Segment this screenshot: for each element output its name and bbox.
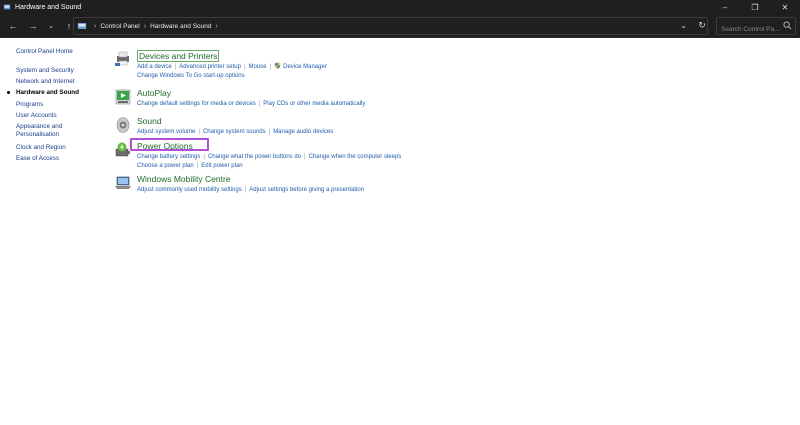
breadcrumb-hardware-and-sound[interactable]: Hardware and Sound — [150, 23, 211, 30]
add-a-device-link[interactable]: Add a device — [137, 64, 172, 70]
sidebar-item-user-accounts[interactable]: User Accounts — [16, 110, 106, 121]
change-battery-settings-link[interactable]: Change battery settings — [137, 154, 200, 160]
separator: | — [243, 64, 246, 70]
breadcrumb-separator: › — [94, 22, 97, 30]
chevron-down-icon[interactable]: ⌄ — [44, 19, 58, 33]
edit-power-plan-link[interactable]: Edit power plan — [201, 163, 242, 169]
search-input[interactable] — [717, 21, 783, 38]
device-manager-link[interactable]: Device Manager — [283, 64, 327, 70]
change-default-media-settings-link[interactable]: Change default settings for media or dev… — [137, 101, 256, 107]
presentation-settings-link[interactable]: Adjust settings before giving a presenta… — [249, 187, 364, 193]
close-icon[interactable]: ✕ — [770, 0, 800, 14]
separator: | — [269, 64, 272, 70]
breadcrumb-separator: › — [143, 22, 147, 30]
sidebar-item-appearance[interactable]: Appearance and Personalisation — [16, 123, 106, 139]
sidebar-home-link[interactable]: Control Panel Home — [16, 48, 106, 55]
devices-and-printers-title[interactable]: Devices and Printers — [137, 50, 220, 62]
play-cds-automatically-link[interactable]: Play CDs or other media automatically — [263, 101, 365, 107]
search-icon[interactable] — [783, 21, 792, 30]
separator: | — [268, 129, 271, 135]
category-devices-and-printers: Devices and Printers Add a device | Advanc… — [114, 50, 674, 88]
category-autoplay: AutoPlay Change default settings for med… — [114, 88, 674, 116]
sidebar-item-network-and-internet[interactable]: Network and Internet — [16, 76, 106, 87]
sidebar-item-ease-of-access[interactable]: Ease of Access — [16, 153, 106, 164]
autoplay-links: Change default settings for media or dev… — [137, 100, 365, 109]
printer-icon[interactable] — [114, 50, 132, 68]
separator: | — [196, 163, 199, 169]
change-power-buttons-link[interactable]: Change what the power buttons do — [208, 154, 301, 160]
window-title: Hardware and Sound — [15, 3, 82, 11]
speaker-icon[interactable] — [114, 116, 132, 134]
separator: | — [304, 154, 306, 160]
control-panel-icon — [77, 23, 87, 29]
mobility-centre-icon[interactable] — [114, 174, 132, 192]
autoplay-title[interactable]: AutoPlay — [137, 88, 171, 98]
separator: | — [174, 64, 177, 70]
breadcrumb-control-panel[interactable]: Control Panel — [100, 23, 139, 30]
refresh-icon[interactable]: ↻ — [696, 19, 708, 31]
restore-icon[interactable]: ❐ — [740, 0, 770, 14]
sidebar-item-clock-and-region[interactable]: Clock and Region — [16, 142, 106, 153]
windows-mobility-centre-title[interactable]: Windows Mobility Centre — [137, 174, 231, 184]
manage-audio-devices-link[interactable]: Manage audio devices — [273, 129, 333, 135]
separator: | — [244, 187, 247, 193]
back-arrow-icon[interactable]: ← — [6, 19, 20, 33]
mobility-links: Adjust commonly used mobility settings | A… — [137, 186, 364, 195]
advanced-printer-setup-link[interactable]: Advanced printer setup — [179, 64, 241, 70]
navigation-bar: ← → ⌄ ↑ › Control Panel › Hardware and S… — [0, 14, 800, 38]
title-bar: Hardware and Sound – ❐ ✕ — [0, 0, 800, 14]
separator: | — [198, 129, 200, 135]
sound-title[interactable]: Sound — [137, 116, 162, 126]
sidebar-item-label[interactable]: Appearance and — [16, 123, 106, 131]
control-panel-icon — [3, 4, 11, 10]
breadcrumb-separator[interactable]: › — [216, 23, 218, 30]
sidebar-item-hardware-and-sound: Hardware and Sound — [7, 87, 106, 98]
separator: | — [203, 154, 205, 160]
address-dropdown-icon[interactable]: ⌄ — [680, 21, 687, 30]
sidebar-item-programs[interactable]: Programs — [16, 99, 106, 110]
address-bar[interactable]: › Control Panel › Hardware and Sound › ⌄ — [73, 17, 708, 35]
forward-arrow-icon[interactable]: → — [26, 19, 40, 33]
choose-power-plan-link[interactable]: Choose a power plan — [137, 163, 194, 169]
change-system-sounds-link[interactable]: Change system sounds — [203, 129, 266, 135]
minimize-icon[interactable]: – — [710, 0, 740, 14]
adjust-mobility-settings-link[interactable]: Adjust commonly used mobility settings — [137, 187, 242, 193]
sidebar: Control Panel Home System and Security N… — [7, 48, 106, 164]
category-windows-mobility-centre: Windows Mobility Centre Adjust commonly … — [114, 174, 674, 206]
power-links: Change battery settings | Change what the … — [137, 153, 401, 171]
main-content: Devices and Printers Add a device | Advanc… — [114, 50, 674, 206]
separator: | — [258, 101, 261, 107]
sidebar-item-label[interactable]: Personalisation — [16, 131, 106, 139]
windows-to-go-link[interactable]: Change Windows To Go start-up options — [137, 73, 245, 79]
power-options-title[interactable]: Power Options — [137, 141, 193, 151]
sound-links: Adjust system volume | Change system sound… — [137, 128, 333, 137]
shield-icon — [275, 62, 281, 69]
adjust-system-volume-link[interactable]: Adjust system volume — [137, 129, 195, 135]
window-controls: – ❐ ✕ — [710, 0, 800, 14]
change-sleep-link[interactable]: Change when the computer sleeps — [309, 154, 402, 160]
devices-links: Add a device | Advanced printer setup | Mous… — [137, 62, 327, 81]
category-power-options: Power Options Change battery settings | Ch… — [114, 138, 674, 174]
search-box[interactable] — [716, 17, 796, 38]
sidebar-item-system-and-security[interactable]: System and Security — [16, 65, 106, 76]
mouse-link[interactable]: Mouse — [249, 64, 267, 70]
autoplay-icon[interactable] — [114, 88, 132, 106]
